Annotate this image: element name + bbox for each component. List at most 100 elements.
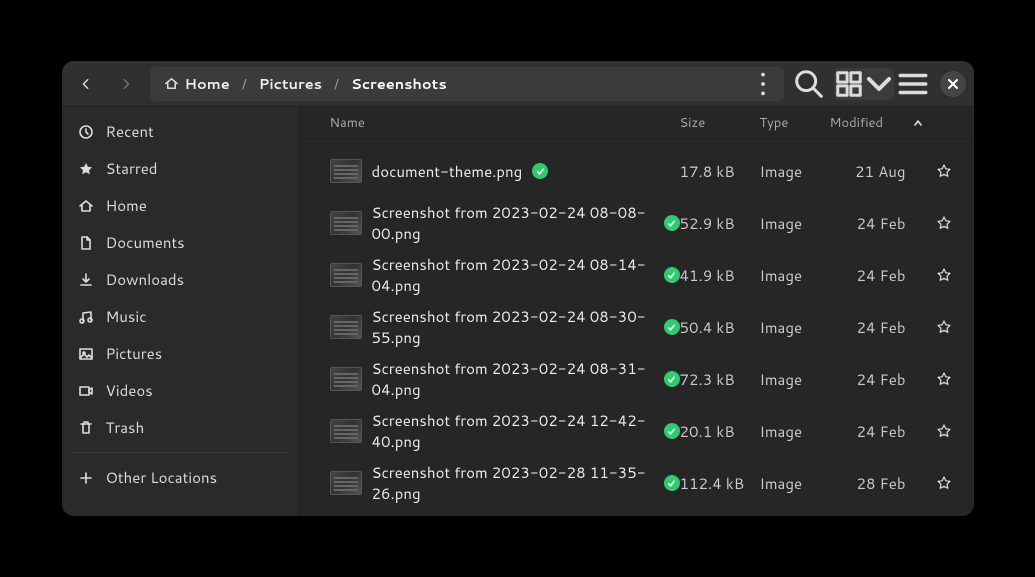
breadcrumb-home[interactable]: Home xyxy=(160,69,234,98)
file-name-label: Screenshot from 2023-02-24 12-42-40.png xyxy=(372,410,654,452)
breadcrumb-separator: / xyxy=(332,74,341,94)
hamburger-menu-button[interactable] xyxy=(896,68,930,100)
star-toggle[interactable] xyxy=(930,319,958,335)
path-bar: Home / Pictures / Screenshots xyxy=(150,67,784,101)
chevron-left-icon xyxy=(79,77,93,91)
synced-emblem-icon xyxy=(664,267,680,283)
sidebar: Recent Starred Home Documents Downloads … xyxy=(62,107,300,516)
file-row[interactable]: Screenshot from 2023-02-24 12-42-40.png2… xyxy=(300,405,974,457)
file-row[interactable]: Screenshot from 2023-02-24 08-30-55.png5… xyxy=(300,301,974,353)
synced-emblem-icon xyxy=(532,163,548,179)
file-size-cell: 50.4 kB xyxy=(680,317,760,338)
file-row[interactable]: document-theme.png17.8 kBImage21 Aug xyxy=(300,145,974,197)
download-icon xyxy=(78,272,94,288)
file-size-cell: 52.9 kB xyxy=(680,213,760,234)
column-name[interactable]: Name xyxy=(330,114,680,132)
file-thumbnail xyxy=(330,471,362,495)
home-icon xyxy=(164,76,179,91)
path-menu-button[interactable] xyxy=(748,69,778,99)
sidebar-item-starred[interactable]: Starred xyxy=(68,150,293,187)
breadcrumb-label: Pictures xyxy=(259,73,322,94)
search-button[interactable] xyxy=(792,68,826,100)
file-type-cell: Image xyxy=(760,369,830,390)
file-name-cell: Screenshot from 2023-02-24 08-08-00.png xyxy=(330,202,680,244)
file-type-cell: Image xyxy=(760,161,830,182)
star-toggle[interactable] xyxy=(930,267,958,283)
sidebar-item-pictures[interactable]: Pictures xyxy=(68,335,293,372)
window-body: Recent Starred Home Documents Downloads … xyxy=(62,107,974,516)
sidebar-divider xyxy=(72,452,289,453)
column-modified-label: Modified xyxy=(830,114,884,132)
file-row[interactable]: Screenshot from 2023-02-28 11-35-26.png1… xyxy=(300,457,974,509)
toolbar-right xyxy=(792,68,966,100)
breadcrumb-pictures[interactable]: Pictures xyxy=(255,69,326,98)
file-size-cell: 72.3 kB xyxy=(680,369,760,390)
sidebar-item-other-locations[interactable]: Other Locations xyxy=(68,459,293,496)
file-thumbnail xyxy=(330,159,362,183)
column-size[interactable]: Size xyxy=(680,114,760,132)
plus-icon xyxy=(78,470,94,486)
file-thumbnail xyxy=(330,211,362,235)
file-type-cell: Image xyxy=(760,473,830,494)
file-thumbnail xyxy=(330,367,362,391)
videos-icon xyxy=(78,383,94,399)
breadcrumb-label: Screenshots xyxy=(351,73,447,94)
sidebar-item-documents[interactable]: Documents xyxy=(68,224,293,261)
synced-emblem-icon xyxy=(664,475,680,491)
sidebar-item-label: Trash xyxy=(106,417,145,438)
file-type-cell: Image xyxy=(760,317,830,338)
view-options-button[interactable] xyxy=(864,68,894,100)
synced-emblem-icon xyxy=(664,423,680,439)
sidebar-item-recent[interactable]: Recent xyxy=(68,113,293,150)
file-modified-cell: 24 Feb xyxy=(830,369,930,390)
file-modified-cell: 21 Aug xyxy=(830,161,930,182)
breadcrumb-separator: / xyxy=(240,74,249,94)
back-button[interactable] xyxy=(70,68,102,100)
grid-view-button[interactable] xyxy=(834,68,864,100)
sidebar-item-music[interactable]: Music xyxy=(68,298,293,335)
star-toggle[interactable] xyxy=(930,475,958,491)
file-name-cell: Screenshot from 2023-02-24 08-14-04.png xyxy=(330,254,680,296)
sidebar-item-home[interactable]: Home xyxy=(68,187,293,224)
sidebar-item-videos[interactable]: Videos xyxy=(68,372,293,409)
breadcrumb-label: Home xyxy=(185,73,230,94)
star-toggle[interactable] xyxy=(930,371,958,387)
sidebar-item-label: Pictures xyxy=(106,343,163,364)
synced-emblem-icon xyxy=(664,371,680,387)
pictures-icon xyxy=(78,346,94,362)
file-row[interactable]: Screenshot from 2023-02-24 08-31-04.png7… xyxy=(300,353,974,405)
file-type-cell: Image xyxy=(760,213,830,234)
file-row[interactable]: Screenshot from 2023-02-24 08-14-04.png4… xyxy=(300,249,974,301)
sidebar-item-label: Music xyxy=(106,306,147,327)
file-type-cell: Image xyxy=(760,265,830,286)
star-toggle[interactable] xyxy=(930,163,958,179)
file-row[interactable]: Screenshot from 2023-02-24 08-08-00.png 5… xyxy=(300,197,974,249)
sidebar-item-label: Home xyxy=(106,195,147,216)
star-icon xyxy=(936,475,952,491)
file-modified-cell: 24 Feb xyxy=(830,265,930,286)
synced-emblem-icon xyxy=(664,215,680,231)
close-button[interactable] xyxy=(940,71,966,97)
forward-button[interactable] xyxy=(110,68,142,100)
star-icon xyxy=(936,163,952,179)
file-thumbnail xyxy=(330,419,362,443)
sidebar-item-downloads[interactable]: Downloads xyxy=(68,261,293,298)
sidebar-item-label: Downloads xyxy=(106,269,185,290)
file-size-cell: 112.4 kB xyxy=(680,473,760,494)
sidebar-item-label: Recent xyxy=(106,121,154,142)
chevron-down-icon xyxy=(864,69,894,99)
file-name-label: Screenshot from 2023-02-24 08-08-00.png xyxy=(372,202,654,244)
sidebar-item-label: Videos xyxy=(106,380,153,401)
sidebar-item-trash[interactable]: Trash xyxy=(68,409,293,446)
star-icon xyxy=(936,267,952,283)
star-toggle[interactable] xyxy=(930,215,958,231)
view-switcher xyxy=(834,68,894,100)
star-icon xyxy=(78,161,94,177)
file-name-cell: Screenshot from 2023-02-24 08-31-04.png xyxy=(330,358,680,400)
column-modified[interactable]: Modified xyxy=(830,114,930,132)
grid-icon xyxy=(834,69,864,99)
star-toggle[interactable] xyxy=(930,423,958,439)
column-type[interactable]: Type xyxy=(760,114,830,132)
file-list: document-theme.png17.8 kBImage21 AugScre… xyxy=(300,139,974,516)
breadcrumb-screenshots[interactable]: Screenshots xyxy=(347,69,451,98)
